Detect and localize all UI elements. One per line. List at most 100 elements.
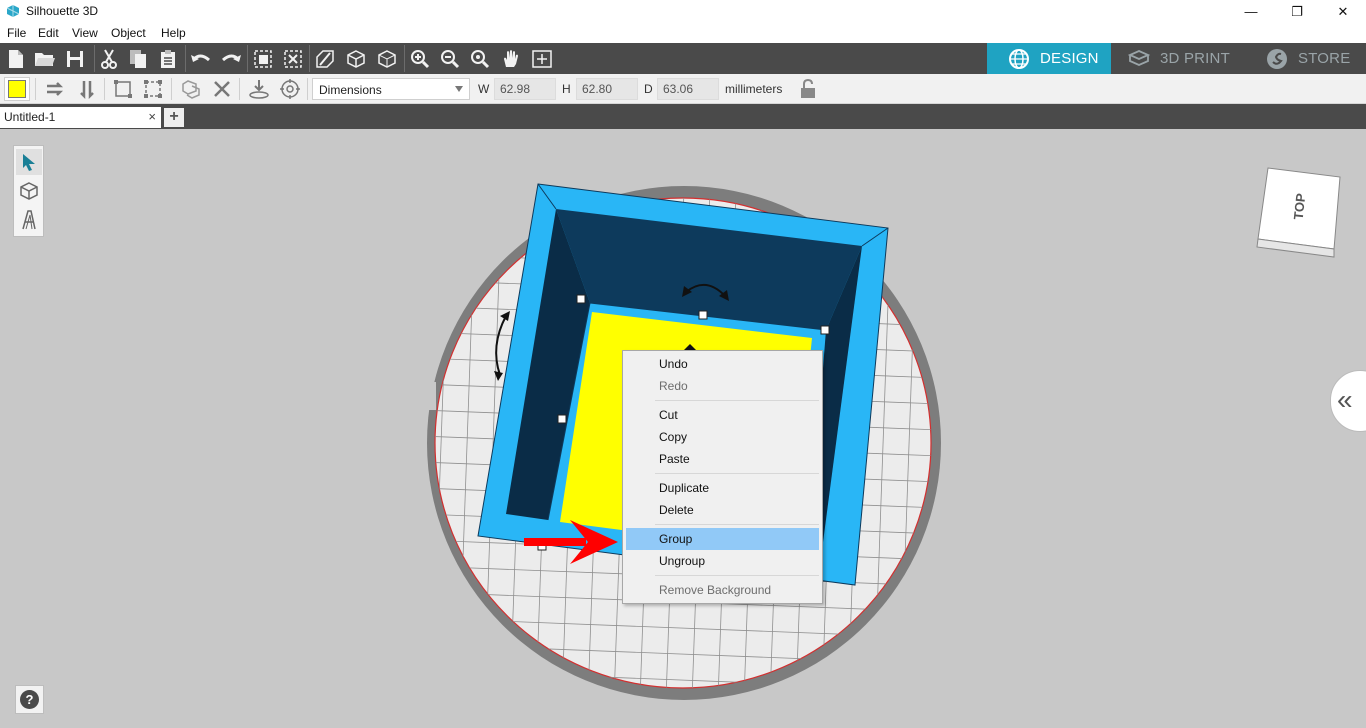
context-menu: Undo Redo Cut Copy Paste Duplicate Delet… — [622, 350, 823, 604]
width-label: W — [478, 82, 490, 96]
zoom-out-icon[interactable] — [437, 47, 463, 71]
toolbar-divider — [104, 78, 105, 100]
height-input[interactable] — [576, 78, 638, 100]
unlock-icon[interactable] — [795, 77, 821, 101]
help-icon: ? — [20, 690, 39, 709]
bounding-box-icon[interactable] — [110, 77, 136, 101]
store-icon — [1267, 48, 1287, 69]
context-menu-separator — [655, 575, 819, 576]
context-menu-copy[interactable]: Copy — [626, 426, 819, 448]
group-icon[interactable] — [250, 47, 276, 71]
chevron-down-icon — [455, 86, 463, 92]
ungroup-icon[interactable] — [280, 47, 306, 71]
context-menu-paste[interactable]: Paste — [626, 448, 819, 470]
context-menu-ungroup[interactable]: Ungroup — [626, 550, 819, 572]
double-chevron-left-icon: « — [1337, 384, 1352, 415]
width-input[interactable] — [494, 78, 556, 100]
document-tab-label: Untitled-1 — [4, 110, 56, 124]
open-folder-icon[interactable] — [32, 47, 58, 71]
toolbar-divider — [309, 45, 310, 72]
units-label: millimeters — [725, 82, 783, 96]
tab-store[interactable]: STORE — [1266, 43, 1366, 74]
tool-palette — [13, 145, 44, 237]
context-menu-undo[interactable]: Undo — [626, 353, 819, 375]
view-cube-label: TOP — [1291, 192, 1309, 220]
context-menu-delete[interactable]: Delete — [626, 499, 819, 521]
menu-bar: File Edit View Object Help — [0, 23, 1366, 43]
cube-icon[interactable] — [343, 47, 369, 71]
tab-design[interactable]: DESIGN — [987, 43, 1111, 74]
fill-color-swatch — [8, 80, 26, 98]
tab-3d-print[interactable]: 3D PRINT — [1128, 43, 1248, 74]
close-tab-icon[interactable]: × — [148, 109, 156, 124]
toolbar-divider — [35, 78, 36, 100]
menu-file[interactable]: File — [7, 26, 26, 40]
boolean-icon[interactable] — [178, 77, 204, 101]
tab-store-label: STORE — [1298, 50, 1351, 67]
drop-to-floor-icon[interactable] — [246, 77, 272, 101]
toolbar-divider — [185, 45, 186, 72]
help-button[interactable]: ? — [15, 685, 44, 714]
toolbar-divider — [404, 45, 405, 72]
flip-horizontal-icon[interactable] — [42, 77, 68, 101]
zoom-fit-icon[interactable] — [467, 47, 493, 71]
fill-color-button[interactable] — [4, 77, 30, 101]
title-bar: Silhouette 3D — ❐ ✕ — [0, 0, 1366, 23]
text-tool-icon[interactable] — [16, 207, 42, 233]
zoom-in-icon[interactable] — [407, 47, 433, 71]
paste-icon[interactable] — [155, 47, 181, 71]
depth-input[interactable] — [657, 78, 719, 100]
context-menu-remove-background[interactable]: Remove Background — [626, 579, 819, 601]
new-file-icon[interactable] — [3, 47, 29, 71]
menu-view[interactable]: View — [72, 26, 98, 40]
toolbar-divider — [247, 45, 248, 72]
resize-box-icon[interactable] — [140, 77, 166, 101]
context-menu-separator — [655, 400, 819, 401]
toolbar-divider — [171, 78, 172, 100]
document-tab-bar: Untitled-1 × + — [0, 104, 1366, 129]
toolbar-divider — [307, 78, 308, 100]
minimize-button[interactable]: — — [1228, 0, 1274, 23]
toolbar-divider — [94, 45, 95, 72]
main-toolbar: DESIGN 3D PRINT STORE — [0, 43, 1366, 74]
context-menu-cut[interactable]: Cut — [626, 404, 819, 426]
context-menu-redo[interactable]: Redo — [626, 375, 819, 397]
delete-icon[interactable] — [209, 77, 235, 101]
height-label: H — [562, 82, 571, 96]
context-menu-group[interactable]: Group — [626, 528, 819, 550]
window-title: Silhouette 3D — [26, 4, 99, 18]
new-tab-button[interactable]: + — [164, 108, 184, 127]
save-icon[interactable] — [62, 47, 88, 71]
tab-design-label: DESIGN — [1040, 50, 1099, 67]
restore-button[interactable]: ❐ — [1274, 0, 1320, 23]
undo-icon[interactable] — [188, 47, 214, 71]
toolbar-divider — [239, 78, 240, 100]
cube-outline-icon[interactable] — [374, 47, 400, 71]
menu-object[interactable]: Object — [111, 26, 146, 40]
cut-icon[interactable] — [96, 47, 122, 71]
menu-edit[interactable]: Edit — [38, 26, 59, 40]
globe-icon — [1009, 48, 1029, 69]
context-menu-separator — [655, 473, 819, 474]
flip-vertical-icon[interactable] — [74, 77, 100, 101]
pan-hand-icon[interactable] — [498, 47, 524, 71]
dimensions-select-value: Dimensions — [319, 83, 382, 97]
select-arrow-icon[interactable] — [16, 149, 42, 175]
center-icon[interactable] — [277, 77, 303, 101]
fit-view-icon[interactable] — [529, 47, 555, 71]
context-menu-duplicate[interactable]: Duplicate — [626, 477, 819, 499]
dimensions-select[interactable]: Dimensions — [312, 78, 470, 100]
print-bed-notch — [424, 382, 436, 410]
close-window-button[interactable]: ✕ — [1320, 0, 1366, 23]
app-icon — [6, 5, 20, 17]
copy-icon[interactable] — [125, 47, 151, 71]
redo-icon[interactable] — [218, 47, 244, 71]
document-tab[interactable]: Untitled-1 × — [0, 107, 161, 128]
view-cube[interactable]: TOP — [1250, 165, 1345, 260]
menu-help[interactable]: Help — [161, 26, 186, 40]
printer-icon — [1128, 49, 1150, 66]
tab-3d-print-label: 3D PRINT — [1160, 50, 1230, 67]
cube-tool-icon[interactable] — [16, 178, 42, 204]
depth-label: D — [644, 82, 653, 96]
extrude-icon[interactable] — [312, 47, 338, 71]
